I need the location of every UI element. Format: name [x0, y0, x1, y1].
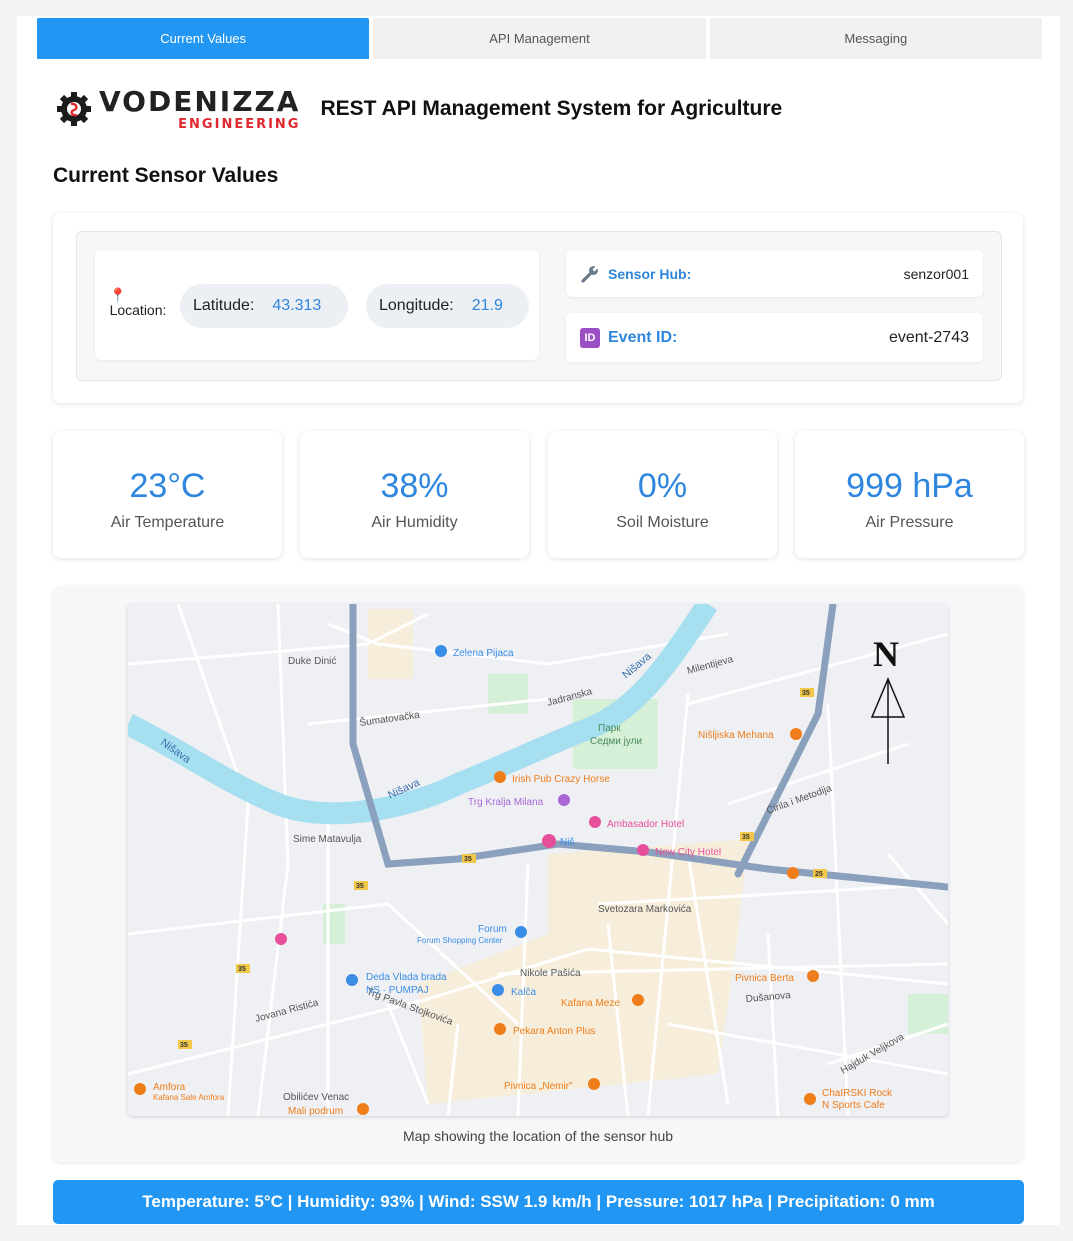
logo: VODENIZZA ENGINEERING	[57, 86, 300, 132]
page: Current Values API Management Messaging	[17, 16, 1060, 1225]
svg-text:Парк: Парк	[598, 723, 621, 734]
svg-text:Niš: Niš	[560, 837, 574, 848]
longitude-label: Longitude:	[379, 297, 454, 314]
wrench-icon	[581, 264, 600, 283]
svg-text:35: 35	[180, 1042, 188, 1049]
svg-text:Obilićev Venac: Obilićev Venac	[283, 1092, 349, 1103]
svg-text:35: 35	[238, 966, 246, 973]
metric-value: 0%	[637, 467, 688, 505]
app-header: VODENIZZA ENGINEERING REST API Managemen…	[57, 84, 782, 134]
latitude-label: Latitude:	[193, 297, 255, 314]
event-id-value: event-2743	[888, 328, 969, 346]
metric-air-pressure: 999 hPa Air Pressure	[795, 431, 1024, 558]
svg-text:Trg Kralja Milana: Trg Kralja Milana	[468, 797, 544, 808]
longitude-value: 21.9	[471, 297, 503, 314]
svg-text:Nišljiska Mehana: Nišljiska Mehana	[698, 730, 774, 741]
svg-text:Pivnica „Nemir": Pivnica „Nemir"	[504, 1081, 573, 1092]
svg-text:Pekara Anton Plus: Pekara Anton Plus	[513, 1026, 595, 1037]
svg-text:Pivnica Berta: Pivnica Berta	[735, 973, 794, 984]
location-label: 📍 Location:	[107, 288, 169, 318]
svg-text:35: 35	[356, 883, 364, 890]
svg-text:35: 35	[742, 834, 750, 841]
latitude-value: 43.313	[272, 297, 322, 314]
svg-text:Svetozara Markovića: Svetozara Markovića	[598, 904, 692, 915]
brand-subtitle: ENGINEERING	[178, 116, 301, 132]
metric-label: Soil Moisture	[616, 514, 709, 531]
sensor-location-map[interactable]: 35 35 35 35 35 35 25 Duke Dinić Šumatova…	[128, 604, 948, 1116]
svg-text:New City Hotel: New City Hotel	[655, 847, 721, 858]
svg-text:N: N	[873, 634, 899, 674]
app-title: REST API Management System for Agricultu…	[320, 97, 783, 120]
svg-text:Седми јули: Седми јули	[590, 736, 642, 747]
sensor-info-card: 📍 Location: Latitude: 43.313 Longitude: …	[53, 213, 1023, 403]
tab-messaging[interactable]: Messaging	[709, 18, 1042, 59]
metrics-row: 23°C Air Temperature 38% Air Humidity 0%…	[53, 431, 1024, 558]
svg-text:Amfora: Amfora	[153, 1082, 186, 1093]
metric-label: Air Humidity	[371, 514, 458, 531]
svg-text:Kalča: Kalča	[511, 987, 536, 998]
map-card: 35 35 35 35 35 35 25 Duke Dinić Šumatova…	[53, 586, 1023, 1162]
event-id-label: Event ID:	[608, 328, 678, 346]
svg-text:Kafana Sale Amfora: Kafana Sale Amfora	[153, 1093, 225, 1102]
svg-text:ChaIRSKI Rock: ChaIRSKI Rock	[822, 1088, 893, 1099]
metric-value: 999 hPa	[846, 467, 973, 505]
svg-text:Forum Shopping Center: Forum Shopping Center	[417, 936, 503, 945]
svg-text:35: 35	[464, 856, 472, 863]
longitude-pill: Longitude: 21.9	[366, 284, 529, 328]
metric-label: Air Temperature	[110, 514, 225, 531]
sensor-info-panel: 📍 Location: Latitude: 43.313 Longitude: …	[76, 231, 1002, 381]
svg-text:Irish Pub Crazy Horse: Irish Pub Crazy Horse	[512, 774, 610, 785]
svg-text:Deda Vlada brada: Deda Vlada brada	[366, 972, 447, 983]
metric-label: Air Pressure	[865, 514, 954, 531]
map-marker-icon[interactable]	[542, 834, 556, 848]
svg-text:Sime Matavulja: Sime Matavulja	[293, 834, 362, 845]
metric-value: 23°C	[129, 467, 206, 505]
svg-text:Mali podrum: Mali podrum	[288, 1106, 343, 1116]
svg-text:N Sports Cafe: N Sports Cafe	[822, 1100, 885, 1111]
svg-text:Forum: Forum	[478, 924, 507, 935]
tab-api-management[interactable]: API Management	[373, 18, 706, 59]
svg-text:Ambasador Hotel: Ambasador Hotel	[607, 819, 684, 830]
metric-air-humidity: 38% Air Humidity	[300, 431, 529, 558]
metric-air-temperature: 23°C Air Temperature	[53, 431, 282, 558]
tab-bar: Current Values API Management Messaging	[37, 18, 1042, 59]
svg-text:Kafana Meze: Kafana Meze	[561, 998, 620, 1009]
sensor-hub-label: Sensor Hub:	[608, 265, 692, 282]
gear-logo-icon	[57, 92, 91, 126]
svg-text:NS · PUMPAJ: NS · PUMPAJ	[366, 985, 429, 996]
svg-text:35: 35	[802, 690, 810, 697]
svg-text:Nikole Pašića: Nikole Pašića	[520, 968, 581, 979]
svg-text:Duke Dinić: Duke Dinić	[288, 656, 336, 667]
pin-icon: 📍	[109, 287, 127, 303]
metric-soil-moisture: 0% Soil Moisture	[548, 431, 777, 558]
event-id-box: ID Event ID: event-2743	[566, 313, 983, 362]
latitude-pill: Latitude: 43.313	[180, 284, 348, 328]
sensor-hub-box: Sensor Hub: senzor001	[566, 250, 983, 297]
metric-value: 38%	[380, 467, 449, 505]
location-box: 📍 Location: Latitude: 43.313 Longitude: …	[95, 250, 539, 360]
id-badge-icon: ID	[580, 327, 600, 348]
weather-summary-bar: Temperature: 5°C | Humidity: 93% | Wind:…	[53, 1180, 1024, 1224]
tab-current-values[interactable]: Current Values	[37, 18, 370, 59]
section-title: Current Sensor Values	[53, 164, 279, 187]
svg-text:25: 25	[815, 871, 823, 878]
brand-name: VODENIZZA	[99, 84, 301, 118]
map-caption: Map showing the location of the sensor h…	[402, 1128, 674, 1144]
sensor-hub-value: senzor001	[903, 265, 969, 282]
svg-text:Zelena Pijaca: Zelena Pijaca	[453, 648, 514, 659]
